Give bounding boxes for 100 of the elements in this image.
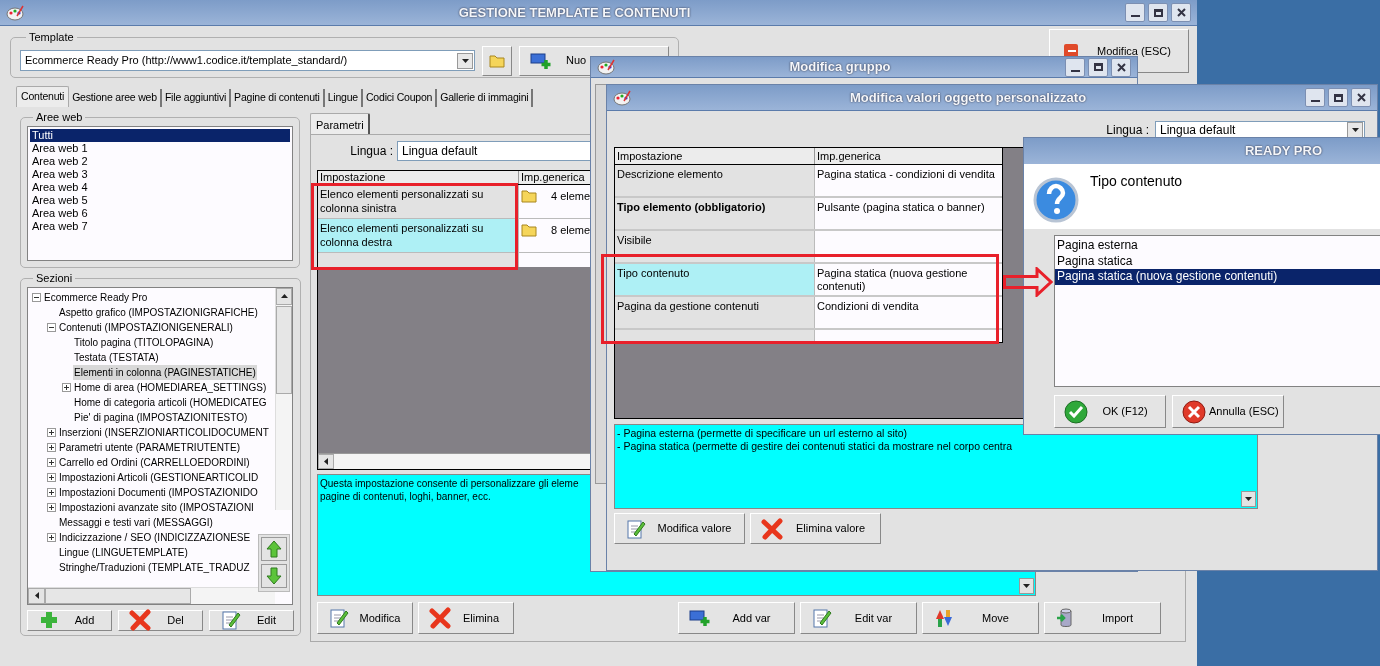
- scrollbar-thumb[interactable]: [45, 587, 191, 604]
- tree-item[interactable]: Titolo pagina (TITOLOPAGINA): [73, 334, 215, 350]
- scroll-left-button[interactable]: [28, 587, 45, 604]
- expand-toggle[interactable]: [47, 427, 56, 437]
- button[interactable]: Modifica: [317, 602, 413, 634]
- tree-item[interactable]: Stringhe/Traduzioni (TEMPLATE_TRADUZ: [58, 559, 251, 575]
- caret-icon: [461, 58, 469, 63]
- button[interactable]: Add var: [678, 602, 795, 634]
- description-text: - Pagina esterna (permette di specificare un url esterno al sito) - Pagina statica (permette di gestire dei contenuti statici da mostrare nel corpo centra: [617, 427, 1014, 453]
- tab[interactable]: Parametri: [310, 113, 370, 134]
- button[interactable]: Annulla (ESC): [1172, 395, 1284, 428]
- tree-item[interactable]: Messaggi e testi vari (MESSAGGI): [58, 514, 214, 530]
- close-button[interactable]: [1351, 88, 1371, 107]
- tree-item[interactable]: Pie' di pagina (IMPOSTAZIONITESTO): [73, 409, 249, 425]
- tab[interactable]: Pagine di contenuti: [231, 89, 325, 107]
- expand-toggle[interactable]: [47, 532, 56, 542]
- list-item[interactable]: Tutti: [30, 128, 290, 142]
- button[interactable]: Add: [27, 609, 112, 631]
- move-up-button[interactable]: [261, 537, 287, 561]
- arrow-icon: [1003, 267, 1053, 297]
- close-button[interactable]: [1111, 57, 1131, 77]
- cross-icon: [761, 517, 783, 540]
- tree-item[interactable]: Parametri utente (PARAMETRIUTENTE): [58, 439, 241, 455]
- list-item[interactable]: Area web 6: [30, 206, 290, 220]
- tree-item[interactable]: Carrello ed Ordini (CARRELLOEDORDINI): [58, 454, 251, 470]
- list-item[interactable]: Area web 7: [30, 219, 290, 233]
- tree-item[interactable]: Contenuti (IMPOSTAZIONIGENERALI): [58, 319, 234, 335]
- dropdown[interactable]: Ecommerce Ready Pro (http://www1.codice.it/template_standard/): [20, 50, 475, 71]
- scroll-down-button[interactable]: [1019, 578, 1034, 594]
- expand-toggle[interactable]: [47, 472, 56, 482]
- scroll-down-button[interactable]: [1241, 491, 1256, 507]
- tab[interactable]: Contenuti: [16, 86, 70, 107]
- close-icon: [1356, 93, 1366, 102]
- collapse-toggle[interactable]: [47, 322, 56, 332]
- list-item[interactable]: Pagina statica (nuova gestione contenuti): [1055, 269, 1380, 285]
- expand-toggle[interactable]: [47, 502, 56, 512]
- tab[interactable]: Gallerie di immagini: [437, 89, 534, 107]
- tree-item[interactable]: Impostazioni avanzate sito (IMPOSTAZIONI: [58, 499, 255, 515]
- tree-item[interactable]: Inserzioni (INSERZIONIARTICOLIDOCUMENT: [58, 424, 270, 440]
- close-button[interactable]: [1171, 3, 1191, 22]
- maximize-button[interactable]: [1088, 57, 1108, 77]
- button[interactable]: Edit var: [800, 602, 917, 634]
- minimize-button[interactable]: [1305, 88, 1325, 107]
- caret-icon: [1351, 128, 1359, 132]
- button[interactable]: Elimina valore: [750, 513, 881, 544]
- horizontal-scrollbar[interactable]: [28, 586, 275, 604]
- collapse-toggle[interactable]: [32, 292, 41, 302]
- tree-item[interactable]: Lingue (LINGUETEMPLATE): [58, 544, 189, 560]
- palette-icon: [597, 59, 615, 75]
- tree-item[interactable]: Home di categoria articoli (HOMEDICATEG: [73, 394, 268, 410]
- minimize-button[interactable]: [1125, 3, 1145, 22]
- table-cell-text: 8 eleme: [551, 223, 591, 238]
- expand-toggle[interactable]: [47, 457, 56, 467]
- column-header: Impostazione: [318, 171, 519, 184]
- button[interactable]: Del: [118, 609, 203, 631]
- tree-item[interactable]: Testata (TESTATA): [73, 349, 160, 365]
- pencil-note-icon: [329, 607, 349, 629]
- vertical-scrollbar[interactable]: [275, 287, 292, 510]
- scroll-up-button[interactable]: [276, 287, 292, 305]
- tree-item[interactable]: Impostazioni Articoli (GESTIONEARTICOLID: [58, 469, 260, 485]
- palette-icon: [6, 4, 24, 21]
- group-label: Sezioni: [35, 271, 74, 286]
- maximize-button[interactable]: [1148, 3, 1168, 22]
- tree-item[interactable]: Home di area (HOMEDIAREA_SETTINGS): [73, 379, 268, 395]
- table-cell: Tipo contenuto: [615, 264, 815, 295]
- button[interactable]: Import: [1044, 602, 1161, 634]
- group-label: Template: [28, 30, 75, 45]
- tree-item[interactable]: Ecommerce Ready Pro: [43, 289, 149, 305]
- maximize-button[interactable]: [1328, 88, 1348, 107]
- button[interactable]: Modifica valore: [614, 513, 745, 544]
- tree-item[interactable]: Indicizzazione / SEO (INDICIZZAZIONESE: [58, 529, 252, 545]
- tree-item[interactable]: Aspetto grafico (IMPOSTAZIONIGRAFICHE): [58, 304, 259, 320]
- list-item[interactable]: Area web 1: [30, 141, 290, 155]
- button[interactable]: OK (F12): [1054, 395, 1166, 428]
- button[interactable]: Elimina: [418, 602, 514, 634]
- minimize-button[interactable]: [1065, 57, 1085, 77]
- list-item[interactable]: Area web 3: [30, 167, 290, 181]
- monitor-plus-icon: [689, 609, 711, 627]
- folder-button[interactable]: [482, 45, 512, 76]
- move-down-button[interactable]: [261, 564, 287, 588]
- button[interactable]: Move: [922, 602, 1039, 634]
- tab[interactable]: File aggiuntivi: [161, 89, 232, 107]
- tab[interactable]: Gestione aree web: [69, 89, 162, 107]
- scroll-left-button[interactable]: [318, 454, 334, 469]
- list-item[interactable]: Pagina statica: [1055, 253, 1380, 269]
- list-item[interactable]: Area web 4: [30, 180, 290, 194]
- tab[interactable]: Lingue: [324, 89, 363, 107]
- button[interactable]: Edit: [209, 609, 294, 631]
- expand-toggle[interactable]: [47, 442, 56, 452]
- list-item[interactable]: Area web 2: [30, 154, 290, 168]
- expand-toggle[interactable]: [62, 382, 71, 392]
- list-item[interactable]: Pagina esterna: [1055, 238, 1380, 254]
- tree-item[interactable]: Elementi in colonna (PAGINESTATICHE): [73, 364, 257, 380]
- table-cell: Pagina statica - condizioni di vendita: [815, 165, 1002, 196]
- list-item[interactable]: Area web 5: [30, 193, 290, 207]
- table-cell: Pulsante (pagina statica o banner): [815, 198, 1002, 229]
- scrollbar-thumb[interactable]: [276, 305, 292, 394]
- expand-toggle[interactable]: [47, 487, 56, 497]
- tab[interactable]: Codici Coupon: [363, 89, 438, 107]
- tree-item[interactable]: Impostazioni Documenti (IMPOSTAZIONIDO: [58, 484, 259, 500]
